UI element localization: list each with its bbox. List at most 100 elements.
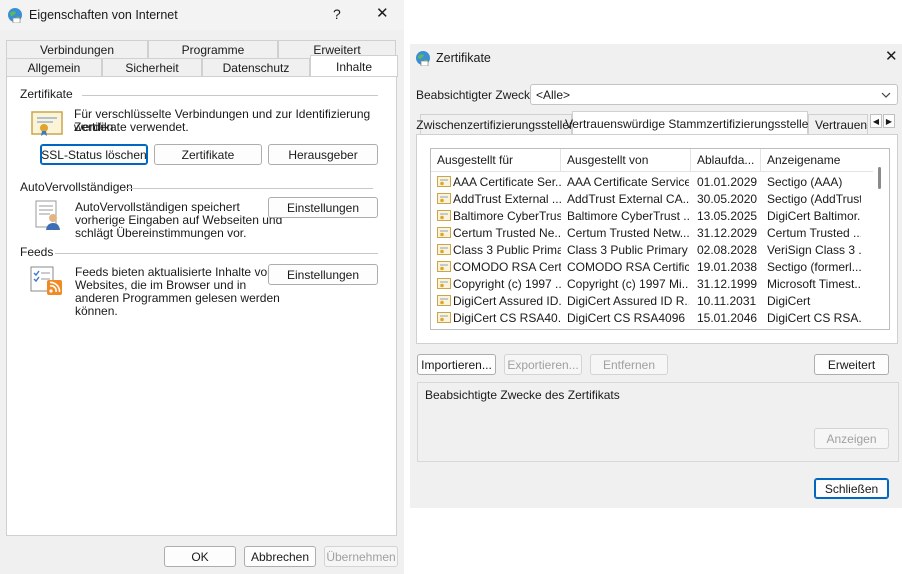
certificate-row-icon: [437, 295, 451, 306]
purpose-selected-value: <Alle>: [536, 88, 571, 102]
tab-scroll-right-button[interactable]: ▶: [883, 114, 895, 128]
intended-purposes-label: Beabsichtigte Zwecke des Zertifikats: [425, 388, 620, 402]
table-row[interactable]: COMODO RSA Cert... COMODO RSA Certific...…: [431, 258, 887, 275]
cell-expiration: 13.05.2025: [697, 209, 758, 223]
cell-friendly-name: Sectigo (AddTrust): [767, 192, 861, 206]
cell-expiration: 15.01.2046: [697, 311, 758, 325]
apply-button[interactable]: Übernehmen: [324, 546, 398, 567]
view-button[interactable]: Anzeigen: [814, 428, 889, 449]
table-row[interactable]: AAA Certificate Ser... AAA Certificate Se…: [431, 173, 887, 190]
autocomplete-user-icon: [35, 200, 60, 230]
tab-trusted-publishers[interactable]: Vertrauens: [808, 114, 868, 134]
window-title: Eigenschaften von Internet: [29, 8, 178, 22]
tab-label: Verbindungen: [39, 42, 115, 57]
remove-button[interactable]: Entfernen: [590, 354, 668, 375]
cancel-button[interactable]: Abbrechen: [244, 546, 316, 567]
table-row[interactable]: DigiCert Assured ID... DigiCert Assured I…: [431, 292, 887, 309]
ssl-status-clear-button[interactable]: SSL-Status löschen: [40, 144, 148, 165]
tab-label: Inhalte: [335, 59, 373, 74]
cell-issued-by: DigiCert Assured ID R...: [567, 294, 689, 308]
certificate-row-icon: [437, 261, 451, 272]
tab-programme[interactable]: Programme: [148, 40, 278, 58]
certificate-row-icon: [437, 227, 451, 238]
column-header-issued-to[interactable]: Ausgestellt für: [431, 149, 561, 171]
tab-verbindungen[interactable]: Verbindungen: [6, 40, 148, 58]
export-button[interactable]: Exportieren...: [504, 354, 582, 375]
certificates-button[interactable]: Zertifikate: [154, 144, 262, 165]
close-button[interactable]: ✕: [885, 49, 898, 64]
section-heading-feeds: Feeds: [20, 245, 54, 259]
cell-friendly-name: Certum Trusted ...: [767, 226, 861, 240]
cell-issued-to: COMODO RSA Cert...: [453, 260, 561, 274]
tab-intermediate-cas[interactable]: Zwischenzertifizierungsstellen: [416, 114, 576, 134]
tab-label: Vertrauenswürdige Stammzertifizierungsst…: [564, 116, 816, 131]
cell-friendly-name: Sectigo (AAA): [767, 175, 843, 189]
cell-issued-to: DigiCert Assured ID...: [453, 294, 561, 308]
tab-label: Datenschutz: [222, 60, 290, 75]
tab-sicherheit[interactable]: Sicherheit: [102, 58, 202, 76]
tab-trusted-root-cas[interactable]: Vertrauenswürdige Stammzertifizierungsst…: [565, 111, 815, 135]
cell-issued-to: DigiCert CS RSA40...: [453, 311, 561, 325]
feeds-description-line4: können.: [75, 304, 118, 318]
cell-expiration: 10.11.2031: [697, 294, 757, 308]
tab-label: Vertrauens: [815, 117, 868, 132]
vertical-scrollbar[interactable]: [873, 149, 887, 327]
column-header-friendly-name[interactable]: Anzeigename: [761, 149, 871, 171]
cell-expiration: 01.01.2029: [697, 175, 758, 189]
certificate-row-icon: [437, 244, 451, 255]
table-row[interactable]: AddTrust External ... AddTrust External C…: [431, 190, 887, 207]
cell-issued-by: AAA Certificate Services: [567, 175, 689, 189]
cell-friendly-name: Microsoft Timest...: [767, 277, 861, 291]
cell-issued-by: Copyright (c) 1997 Mi...: [567, 277, 689, 291]
help-button[interactable]: ?: [333, 7, 341, 21]
table-row[interactable]: Certum Trusted Ne... Certum Trusted Netw.…: [431, 224, 887, 241]
cell-expiration: 31.12.2029: [697, 226, 758, 240]
certificate-row-icon: [437, 278, 451, 289]
feeds-settings-button[interactable]: Einstellungen: [268, 264, 378, 285]
cell-friendly-name: VeriSign Class 3 ...: [767, 243, 861, 257]
ok-button[interactable]: OK: [164, 546, 236, 567]
cell-issued-by: DigiCert CS RSA4096 ...: [567, 311, 689, 325]
table-row[interactable]: DigiCert CS RSA40... DigiCert CS RSA4096 …: [431, 309, 887, 326]
cell-issued-to: AddTrust External ...: [453, 192, 561, 206]
certificate-row-icon: [437, 210, 451, 221]
tab-allgemein[interactable]: Allgemein: [6, 58, 102, 76]
cell-expiration: 31.12.1999: [697, 277, 758, 291]
advanced-button[interactable]: Erweitert: [814, 354, 889, 375]
certificates-dialog: Zertifikate ✕ Beabsichtigter Zweck: <All…: [410, 44, 902, 508]
purpose-dropdown[interactable]: <Alle>: [530, 84, 898, 105]
column-header-expiration[interactable]: Ablaufda...: [691, 149, 761, 171]
close-button[interactable]: ✕: [376, 6, 389, 21]
certificate-icon: [31, 111, 63, 136]
tab-inhalte[interactable]: Inhalte: [310, 55, 398, 77]
section-divider: [82, 95, 378, 96]
tab-label: Allgemein: [27, 60, 81, 75]
certificates-globe-icon: [416, 51, 430, 66]
window-title: Zertifikate: [436, 51, 491, 65]
table-row[interactable]: Class 3 Public Prima... Class 3 Public Pr…: [431, 241, 887, 258]
section-divider: [125, 188, 373, 189]
cell-issued-by: Baltimore CyberTrust ...: [567, 209, 689, 223]
tab-scroll-left-button[interactable]: ◀: [870, 114, 882, 128]
cell-issued-to: AAA Certificate Ser...: [453, 175, 561, 189]
cell-issued-by: AddTrust External CA...: [567, 192, 689, 206]
close-dialog-button[interactable]: Schließen: [814, 478, 889, 499]
cell-issued-by: Certum Trusted Netw...: [567, 226, 689, 240]
column-header-issued-by[interactable]: Ausgestellt von: [561, 149, 691, 171]
chevron-down-icon: [881, 92, 891, 98]
publishers-button[interactable]: Herausgeber: [268, 144, 378, 165]
import-button[interactable]: Importieren...: [417, 354, 496, 375]
tab-datenschutz[interactable]: Datenschutz: [202, 58, 310, 76]
list-header: Ausgestellt für Ausgestellt von Ablaufda…: [431, 149, 887, 172]
certificate-list[interactable]: Ausgestellt für Ausgestellt von Ablaufda…: [430, 148, 890, 330]
table-row[interactable]: Baltimore CyberTrust... Baltimore CyberTr…: [431, 207, 887, 224]
internet-options-dialog: Eigenschaften von Internet ? ✕ Verbindun…: [0, 0, 404, 574]
internet-globe-icon: [8, 8, 22, 23]
certificate-row-icon: [437, 176, 451, 187]
scrollbar-thumb[interactable]: [878, 167, 881, 189]
table-row[interactable]: Copyright (c) 1997 ... Copyright (c) 1997…: [431, 275, 887, 292]
cell-friendly-name: DigiCert Baltimor...: [767, 209, 861, 223]
cell-friendly-name: DigiCert: [767, 294, 811, 308]
certificates-description-line2: Zertifikate verwendet.: [74, 120, 189, 134]
autocomplete-settings-button[interactable]: Einstellungen: [268, 197, 378, 218]
